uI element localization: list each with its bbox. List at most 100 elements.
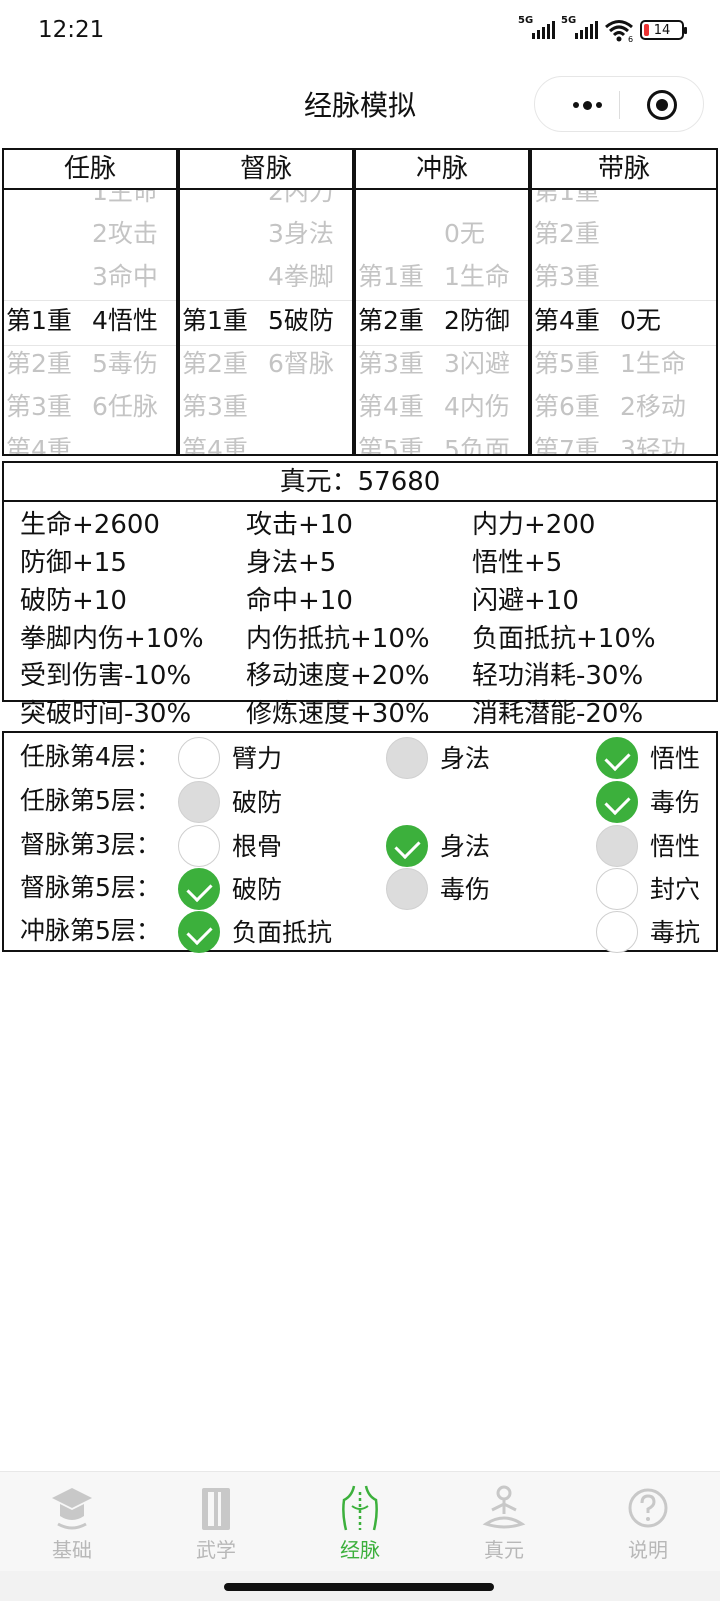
checkbox-checked[interactable] — [386, 825, 428, 867]
option-row-label: 督脉第3层： — [20, 830, 161, 859]
tab-wuxue[interactable]: 武学 — [144, 1472, 288, 1572]
picker-row[interactable]: 第3重 — [180, 385, 352, 429]
stat-item: 闪避+10 — [472, 586, 579, 616]
picker-row[interactable]: 4拳脚 — [180, 255, 352, 299]
picker-row-selected[interactable]: 第1重 4悟性 — [4, 299, 176, 343]
picker-row[interactable]: 第5重 5负面 — [356, 428, 528, 454]
picker-row[interactable]: 1生命 — [4, 190, 176, 214]
network-type-2: 5G — [561, 15, 577, 26]
picker-row[interactable]: 第1重 1生命 — [356, 255, 528, 299]
picker-row-selected[interactable]: 第4重 0无 — [532, 299, 716, 343]
option-label[interactable]: 负面抵抗 — [232, 913, 332, 949]
stat-item: 悟性+5 — [472, 548, 563, 578]
home-indicator[interactable] — [224, 1583, 494, 1591]
checkbox-unchecked[interactable] — [178, 737, 220, 779]
picker-row[interactable]: 第2重 — [532, 212, 716, 256]
tab-label: 基础 — [52, 1538, 92, 1562]
picker-wheel[interactable]: 第1重 第2重 第3重 第4重 0无 第5重 1生命 第6重 2移动 第7重 3轻功 — [532, 190, 716, 454]
graduation-cap-icon — [52, 1488, 92, 1530]
picker-row[interactable]: 第2重 6督脉 — [180, 342, 352, 386]
meridian-body-icon — [342, 1485, 378, 1531]
picker-wheel[interactable]: 2内力 3身法 4拳脚 第1重 5破防 第2重 6督脉 第3重 第4重 — [180, 190, 352, 454]
picker-row[interactable]: 3身法 — [180, 212, 352, 256]
stat-item: 移动速度+20% — [246, 661, 430, 691]
battery-icon: 14 — [640, 20, 687, 40]
option-label[interactable]: 毒抗 — [650, 913, 700, 949]
checkbox-unchecked[interactable] — [596, 911, 638, 953]
checkbox-disabled — [596, 825, 638, 867]
picker-dumai[interactable]: 督脉 2内力 3身法 4拳脚 第1重 5破防 第2重 6督脉 第3重 第4重 — [178, 148, 354, 456]
stat-item: 内力+200 — [472, 510, 596, 540]
picker-row-selected[interactable]: 第2重 2防御 — [356, 299, 528, 343]
option-label[interactable]: 根骨 — [232, 827, 282, 863]
picker-row[interactable]: 第3重 3闪避 — [356, 342, 528, 386]
stat-item: 负面抵抗+10% — [472, 624, 656, 654]
stat-item: 生命+2600 — [20, 510, 160, 540]
picker-row[interactable]: 第1重 — [532, 190, 716, 214]
picker-row[interactable]: 第4重 4内伤 — [356, 385, 528, 429]
svg-text:6: 6 — [628, 35, 633, 42]
checkbox-checked[interactable] — [178, 868, 220, 910]
checkbox-checked[interactable] — [596, 781, 638, 823]
checkbox-unchecked[interactable] — [178, 825, 220, 867]
tab-jichu[interactable]: 基础 — [0, 1472, 144, 1572]
tab-label: 经脉 — [340, 1538, 380, 1562]
checkbox-disabled — [386, 737, 428, 779]
picker-row[interactable]: 0无 — [356, 212, 528, 256]
picker-row[interactable]: 第5重 1生命 — [532, 342, 716, 386]
option-label[interactable]: 身法 — [440, 827, 490, 863]
picker-row[interactable] — [356, 190, 528, 214]
picker-row[interactable]: 2内力 — [180, 190, 352, 214]
network-type: 5G — [518, 15, 534, 26]
picker-row[interactable]: 第3重 6任脉 — [4, 385, 176, 429]
option-label: 悟性 — [650, 832, 701, 861]
picker-chongmai[interactable]: 冲脉 0无 第1重 1生命 第2重 2防御 第3重 3闪避 第4重 4内伤 第5重 5负面 — [354, 148, 530, 456]
close-target-icon[interactable] — [647, 90, 677, 120]
picker-daimai[interactable]: 带脉 第1重 第2重 第3重 第4重 0无 第5重 1生命 第6重 2移动 第7重 3轻… — [530, 148, 718, 456]
checkbox-checked[interactable] — [596, 737, 638, 779]
picker-row[interactable]: 2攻击 — [4, 212, 176, 256]
picker-wheel[interactable]: 1生命 2攻击 3命中 第1重 4悟性 第2重 5毒伤 第3重 6任脉 第4重 — [4, 190, 176, 454]
option-label: 毒伤 — [440, 875, 491, 904]
stat-item: 命中+10 — [246, 586, 353, 616]
bottom-tab-bar: 基础 武学 经脉 真元 说明 — [0, 1471, 720, 1571]
stat-item: 拳脚内伤+10% — [20, 624, 204, 654]
tab-shuoming[interactable]: 说明 — [576, 1472, 720, 1572]
tab-jingmai[interactable]: 经脉 — [288, 1472, 432, 1572]
picker-wheel[interactable]: 0无 第1重 1生命 第2重 2防御 第3重 3闪避 第4重 4内伤 第5重 5负面 — [356, 190, 528, 454]
stat-item: 消耗潜能-20% — [472, 699, 644, 729]
picker-row[interactable]: 3命中 — [4, 255, 176, 299]
book-icon — [202, 1488, 230, 1530]
picker-row[interactable]: 第4重 — [180, 428, 352, 454]
picker-renmai[interactable]: 任脉 1生命 2攻击 3命中 第1重 4悟性 第2重 5毒伤 第3重 6任脉 第4重 — [2, 148, 178, 456]
picker-row[interactable]: 第3重 — [532, 255, 716, 299]
picker-row[interactable]: 第6重 2移动 — [532, 385, 716, 429]
option-label[interactable]: 毒伤 — [650, 783, 700, 819]
stat-item: 内伤抵抗+10% — [246, 624, 430, 654]
option-label[interactable]: 破防 — [232, 870, 282, 906]
zhenyuan-panel: 真元：57680 生命+2600 攻击+10 内力+200 防御+15 身法+5… — [2, 461, 718, 729]
status-icons: 5G 5G 6 14 — [518, 15, 687, 42]
option-label[interactable]: 封穴 — [650, 870, 700, 906]
checkbox-unchecked[interactable] — [596, 868, 638, 910]
dot-icon — [595, 102, 602, 108]
picker-row-selected[interactable]: 第1重 5破防 — [180, 299, 352, 343]
zhenyuan-total: 真元：57680 — [4, 463, 716, 502]
tab-zhenyuan[interactable]: 真元 — [432, 1472, 576, 1572]
picker-row[interactable]: 第7重 3轻功 — [532, 428, 716, 454]
option-label[interactable]: 臂力 — [232, 739, 282, 775]
stat-item: 受到伤害-10% — [20, 661, 192, 691]
more-button[interactable] — [557, 77, 617, 133]
option-label: 破防 — [232, 788, 283, 817]
picker-row[interactable]: 第4重 — [4, 428, 176, 454]
stat-item: 破防+10 — [20, 586, 127, 616]
picker-row[interactable]: 第2重 5毒伤 — [4, 342, 176, 386]
checkbox-checked[interactable] — [178, 911, 220, 953]
option-label[interactable]: 悟性 — [650, 739, 700, 775]
picker-title: 冲脉 — [356, 150, 528, 190]
stat-item: 突破时间-30% — [20, 699, 192, 729]
option-row-label: 任脉第4层： — [20, 742, 161, 771]
meridian-options-panel: 任脉第4层： 臂力 身法 悟性 任脉第5层： 破防 毒伤 督脉第3层： 根骨 身… — [2, 731, 718, 953]
tab-label: 武学 — [196, 1538, 236, 1562]
wifi-icon: 6 — [605, 20, 633, 42]
